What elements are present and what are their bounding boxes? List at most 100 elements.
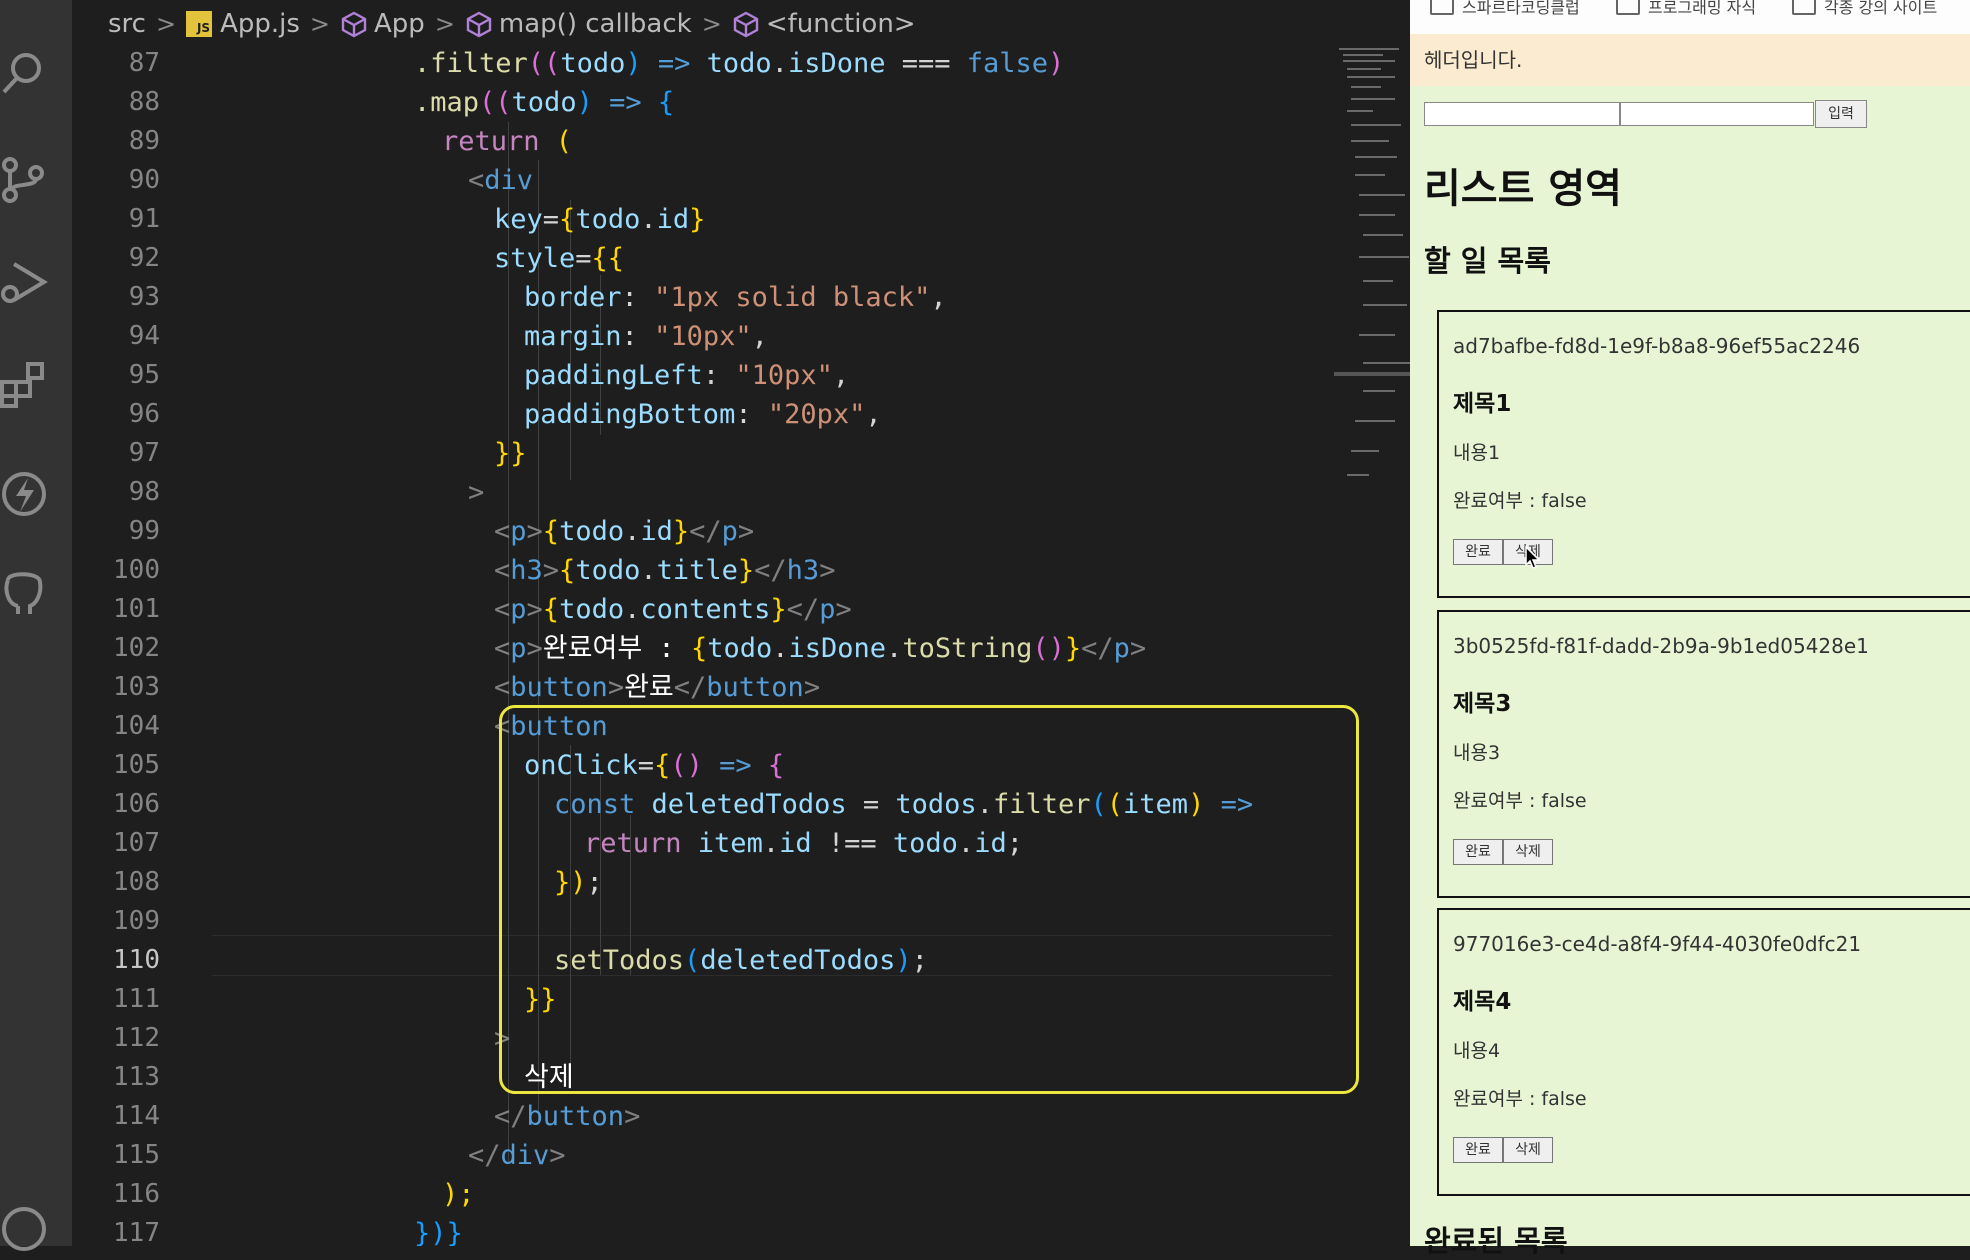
line-number: 111 <box>113 984 160 1014</box>
todo-done-status: 완료여부 : false <box>1453 790 1587 812</box>
contents-input[interactable] <box>1620 102 1814 126</box>
code-line: > <box>468 477 485 508</box>
list-title: 리스트 영역 <box>1424 166 1622 212</box>
todo-done-status: 완료여부 : false <box>1453 490 1587 512</box>
line-number: 92 <box>128 243 160 273</box>
breadcrumb-item[interactable]: <function> <box>766 9 916 39</box>
line-number-active: 110 <box>113 945 160 975</box>
code-editor[interactable]: src > JS App.js > App > map() callback >… <box>72 0 1410 1246</box>
code-line: margin: "10px", <box>524 321 768 352</box>
activity-bar <box>0 0 72 1251</box>
line-number: 106 <box>113 789 160 819</box>
cube-symbol-icon <box>466 11 492 38</box>
line-number: 109 <box>113 906 160 936</box>
folder-icon <box>1792 0 1816 15</box>
database-elephant-icon[interactable] <box>0 570 48 618</box>
todo-card: 977016e3-ce4d-a8f4-9f44-4030fe0dfc21 제목4… <box>1437 908 1970 1196</box>
delete-button[interactable]: 삭제 <box>1503 839 1553 865</box>
complete-button[interactable]: 완료 <box>1453 839 1503 865</box>
minimap-slider[interactable] <box>1334 372 1410 376</box>
code-line: key={todo.id} <box>494 204 706 235</box>
line-number: 101 <box>113 594 160 624</box>
todo-title: 제목1 <box>1453 391 1512 417</box>
code-line: return ( <box>442 126 573 157</box>
line-number: 96 <box>128 399 160 429</box>
line-number: 88 <box>128 87 160 117</box>
code-line: <button>완료</button> <box>494 672 821 703</box>
line-number: 94 <box>128 321 160 351</box>
folder-icon <box>1616 0 1640 15</box>
code-line: <p>{todo.contents}</p> <box>494 594 852 625</box>
line-number: 105 <box>113 750 160 780</box>
bookmark-item[interactable]: 각종 강의 사이트 <box>1792 0 1937 18</box>
line-number: 90 <box>128 165 160 195</box>
breadcrumb-item[interactable]: App <box>374 9 425 39</box>
cube-symbol-icon <box>341 11 367 38</box>
line-number: 104 <box>113 711 160 741</box>
run-debug-icon[interactable] <box>0 258 48 306</box>
todo-id: ad7bafbe-fd8d-1e9f-b8a8-96ef55ac2246 <box>1453 334 1861 358</box>
code-line: </button> <box>494 1101 641 1132</box>
source-control-icon[interactable] <box>0 155 48 203</box>
line-number: 108 <box>113 867 160 897</box>
todo-contents: 내용4 <box>1453 1040 1501 1062</box>
line-number: 102 <box>113 633 160 663</box>
bookmark-item[interactable]: 프로그래밍 자식 <box>1616 0 1756 18</box>
chevron-right-icon: > <box>434 10 455 38</box>
title-input[interactable] <box>1424 102 1620 126</box>
todo-card: 3b0525fd-f81f-dadd-2b9a-9b1ed05428e1 제목3… <box>1437 610 1970 898</box>
line-number: 113 <box>113 1062 160 1092</box>
line-number: 117 <box>113 1218 160 1246</box>
line-number: 97 <box>128 438 160 468</box>
line-number: 107 <box>113 828 160 858</box>
breadcrumb-item[interactable]: App.js <box>220 9 300 39</box>
chevron-right-icon: > <box>309 10 331 38</box>
line-number: 100 <box>113 555 160 585</box>
todo-section-title: 할 일 목록 <box>1424 244 1551 278</box>
line-number: 112 <box>113 1023 160 1053</box>
lightning-icon[interactable] <box>0 470 48 518</box>
todo-contents: 내용3 <box>1453 742 1501 764</box>
bookmark-item[interactable]: 스파르타코딩클럽 <box>1430 0 1580 18</box>
line-number: 115 <box>113 1140 160 1170</box>
minimap[interactable] <box>1337 44 1410 534</box>
chevron-right-icon: > <box>155 10 177 38</box>
highlight-annotation-box <box>499 705 1359 1094</box>
cube-symbol-icon <box>733 11 759 38</box>
folder-icon <box>1430 0 1454 15</box>
browser-preview: 스파르타코딩클럽 프로그래밍 자식 각종 강의 사이트 헤더입니다. 입력 리스… <box>1410 0 1970 1258</box>
js-file-icon: JS <box>186 11 213 37</box>
breadcrumb-item[interactable]: src <box>108 9 146 39</box>
bookmarks-bar: 스파르타코딩클럽 프로그래밍 자식 각종 강의 사이트 <box>1410 0 1970 34</box>
todo-title: 제목4 <box>1453 989 1512 1015</box>
code-line: paddingBottom: "20px", <box>524 399 882 430</box>
extensions-icon[interactable] <box>0 360 48 408</box>
line-number: 87 <box>128 48 160 78</box>
done-section-title: 완료된 목록 <box>1424 1224 1568 1258</box>
line-number: 103 <box>113 672 160 702</box>
line-number: 98 <box>128 477 160 507</box>
code-line: ); <box>442 1179 475 1210</box>
complete-button[interactable]: 완료 <box>1453 539 1503 565</box>
code-line: })} <box>414 1218 463 1246</box>
mouse-pointer-icon <box>1525 546 1541 569</box>
code-line: border: "1px solid black", <box>524 282 947 313</box>
code-line: <h3>{todo.title}</h3> <box>494 555 836 586</box>
submit-button[interactable]: 입력 <box>1815 100 1867 128</box>
line-number: 89 <box>128 126 160 156</box>
line-number: 91 <box>128 204 160 234</box>
delete-button[interactable]: 삭제 <box>1503 1137 1553 1163</box>
code-line: <div <box>468 165 534 196</box>
complete-button[interactable]: 완료 <box>1453 1137 1503 1163</box>
line-number: 114 <box>113 1101 160 1131</box>
breadcrumb-item[interactable]: map() callback <box>499 9 692 39</box>
line-number: 99 <box>128 516 160 546</box>
line-number: 93 <box>128 282 160 312</box>
todo-title: 제목3 <box>1453 691 1512 717</box>
search-icon[interactable] <box>0 48 48 96</box>
code-line: .filter((todo) => todo.isDone === false) <box>414 48 1065 79</box>
page-body: 입력 리스트 영역 할 일 목록 ad7bafbe-fd8d-1e9f-b8a8… <box>1410 86 1970 1258</box>
breadcrumb: src > JS App.js > App > map() callback >… <box>72 0 1410 48</box>
todo-contents: 내용1 <box>1453 442 1501 464</box>
code-line: <p>{todo.id}</p> <box>494 516 755 547</box>
